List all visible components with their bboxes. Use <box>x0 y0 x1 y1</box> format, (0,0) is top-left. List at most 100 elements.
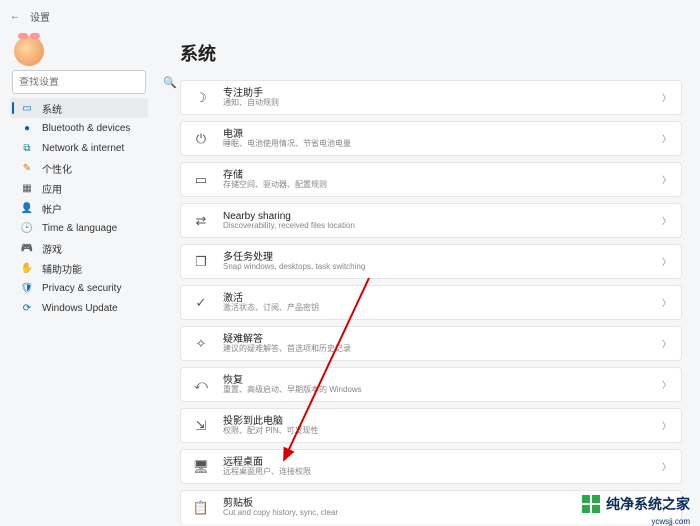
card-icon: ⇄ <box>191 213 211 229</box>
card-text: 专注助手通知、自动规则 <box>223 88 662 108</box>
main-panel: 系统 ☽专注助手通知、自动规则〉⏻电源睡眠、电池使用情况、节省电池电量〉▭存储存… <box>154 28 700 524</box>
settings-card-5[interactable]: ✓激活激活状态、订阅、产品密钥〉 <box>180 285 682 320</box>
card-icon: ⏻ <box>191 131 211 147</box>
card-icon: ❐ <box>191 254 211 270</box>
card-icon: 📋 <box>191 500 211 516</box>
nav-label: Windows Update <box>42 303 118 314</box>
nav-icon: 👤 <box>20 201 34 215</box>
card-subtitle: Discoverability, received files location <box>223 222 662 231</box>
card-subtitle: 存储空间、驱动器、配置规则 <box>223 181 662 190</box>
nav-label: Time & language <box>42 223 117 234</box>
settings-card-8[interactable]: ⇲ 投影到此电脑权限、配对 PIN、可发现性〉 <box>180 408 682 443</box>
settings-list: ☽专注助手通知、自动规则〉⏻电源睡眠、电池使用情况、节省电池电量〉▭存储存储空间… <box>180 80 682 524</box>
card-text: 存储存储空间、驱动器、配置规则 <box>223 170 662 190</box>
settings-card-3[interactable]: ⇄ Nearby sharingDiscoverability, received… <box>180 203 682 238</box>
card-icon: ▭ <box>191 172 211 188</box>
card-text: 电源睡眠、电池使用情况、节省电池电量 <box>223 129 662 149</box>
nav-icon: 🕑 <box>20 221 34 235</box>
settings-card-0[interactable]: ☽ 专注助手通知、自动规则〉 <box>180 80 682 115</box>
settings-card-9[interactable]: 🖥 远程桌面远程桌面用户、连接权限〉 <box>180 449 682 484</box>
card-title: 投影到此电脑 <box>223 416 662 427</box>
card-title: 远程桌面 <box>223 457 662 468</box>
settings-card-2[interactable]: ▭存储存储空间、驱动器、配置规则〉 <box>180 162 682 197</box>
nav-label: Network & internet <box>42 143 124 154</box>
chevron-right-icon: 〉 <box>662 501 671 514</box>
card-text: 多任务处理Snap windows, desktops, task switch… <box>223 252 662 272</box>
card-title: 恢复 <box>223 375 662 386</box>
nav-icon: ⟳ <box>20 301 34 315</box>
nav-item-6[interactable]: 🕑 Time & language <box>10 218 148 238</box>
nav-item-9[interactable]: 🛡Privacy & security <box>10 278 148 298</box>
nav-label: 游戏 <box>42 241 62 256</box>
card-icon: ⤺ <box>191 377 211 393</box>
card-subtitle: 远程桌面用户、连接权限 <box>223 468 662 477</box>
card-title: 剪贴板 <box>223 498 662 509</box>
search-box[interactable]: 🔍 <box>12 70 146 94</box>
nav-icon: ▦ <box>20 181 34 195</box>
card-icon: ✧ <box>191 336 211 352</box>
nav-item-8[interactable]: ✋ 辅助功能 <box>10 258 148 278</box>
settings-card-1[interactable]: ⏻ 电源睡眠、电池使用情况、节省电池电量〉 <box>180 121 682 156</box>
card-text: 恢复重置、高级启动、早期版本的 Windows <box>223 375 662 395</box>
user-avatar[interactable] <box>14 36 44 66</box>
card-text: 激活激活状态、订阅、产品密钥 <box>223 293 662 313</box>
sidebar: 🔍 ▭ 系统 ● Bluetooth & devices ⧉ Network & inte… <box>0 28 154 524</box>
nav-icon: ✎ <box>20 161 34 175</box>
chevron-right-icon: 〉 <box>662 460 671 473</box>
card-subtitle: 激活状态、订阅、产品密钥 <box>223 304 662 313</box>
settings-card-7[interactable]: ⤺ 恢复重置、高级启动、早期版本的 Windows〉 <box>180 367 682 402</box>
nav-item-4[interactable]: ▦应用 <box>10 178 148 198</box>
page-title: 系统 <box>180 40 682 66</box>
back-button[interactable]: ← <box>8 11 22 22</box>
nav-item-0[interactable]: ▭ 系统 <box>10 98 148 118</box>
chevron-right-icon: 〉 <box>662 419 671 432</box>
card-title: 多任务处理 <box>223 252 662 263</box>
settings-card-4[interactable]: ❐ 多任务处理Snap windows, desktops, task switc… <box>180 244 682 279</box>
card-icon: 🖥 <box>191 459 211 475</box>
chevron-right-icon: 〉 <box>662 91 671 104</box>
card-icon: ⇲ <box>191 418 211 434</box>
card-title: 激活 <box>223 293 662 304</box>
nav-item-5[interactable]: 👤 帐户 <box>10 198 148 218</box>
card-text: 剪贴板Cut and copy history, sync, clear <box>223 498 662 518</box>
card-subtitle: Cut and copy history, sync, clear <box>223 509 662 518</box>
card-title: 电源 <box>223 129 662 140</box>
watermark-url: ycwsjj.com <box>651 517 690 526</box>
card-subtitle: 通知、自动规则 <box>223 99 662 108</box>
nav-item-2[interactable]: ⧉ Network & internet <box>10 138 148 158</box>
chevron-right-icon: 〉 <box>662 214 671 227</box>
chevron-right-icon: 〉 <box>662 378 671 391</box>
nav-list: ▭ 系统 ● Bluetooth & devices ⧉ Network & intern… <box>4 98 154 318</box>
nav-item-10[interactable]: ⟳ Windows Update <box>10 298 148 318</box>
card-subtitle: 重置、高级启动、早期版本的 Windows <box>223 386 662 395</box>
nav-item-1[interactable]: ● Bluetooth & devices <box>10 118 148 138</box>
card-title: 专注助手 <box>223 88 662 99</box>
chevron-right-icon: 〉 <box>662 255 671 268</box>
nav-label: 辅助功能 <box>42 261 82 276</box>
settings-card-10[interactable]: 📋 剪贴板Cut and copy history, sync, clear〉 <box>180 490 682 524</box>
settings-card-6[interactable]: ✧疑难解答建议的疑难解答、首选项和历史记录〉 <box>180 326 682 361</box>
nav-label: 帐户 <box>42 201 62 216</box>
card-title: Nearby sharing <box>223 211 662 222</box>
search-input[interactable] <box>13 77 157 88</box>
card-subtitle: 建议的疑难解答、首选项和历史记录 <box>223 345 662 354</box>
card-text: Nearby sharingDiscoverability, received … <box>223 211 662 231</box>
nav-label: Bluetooth & devices <box>42 123 130 134</box>
card-text: 投影到此电脑权限、配对 PIN、可发现性 <box>223 416 662 436</box>
app-title: 设置 <box>30 9 50 24</box>
nav-icon: ⧉ <box>20 141 34 155</box>
nav-icon: ▭ <box>20 101 34 115</box>
nav-icon: 🎮 <box>20 241 34 255</box>
title-bar: ← 设置 <box>0 0 700 28</box>
nav-label: 系统 <box>42 101 62 116</box>
card-subtitle: 睡眠、电池使用情况、节省电池电量 <box>223 140 662 149</box>
nav-label: 个性化 <box>42 161 72 176</box>
card-icon: ☽ <box>191 90 211 106</box>
chevron-right-icon: 〉 <box>662 296 671 309</box>
nav-icon: ● <box>20 121 34 135</box>
chevron-right-icon: 〉 <box>662 132 671 145</box>
nav-item-3[interactable]: ✎ 个性化 <box>10 158 148 178</box>
chevron-right-icon: 〉 <box>662 337 671 350</box>
nav-icon: ✋ <box>20 261 34 275</box>
nav-item-7[interactable]: 🎮 游戏 <box>10 238 148 258</box>
